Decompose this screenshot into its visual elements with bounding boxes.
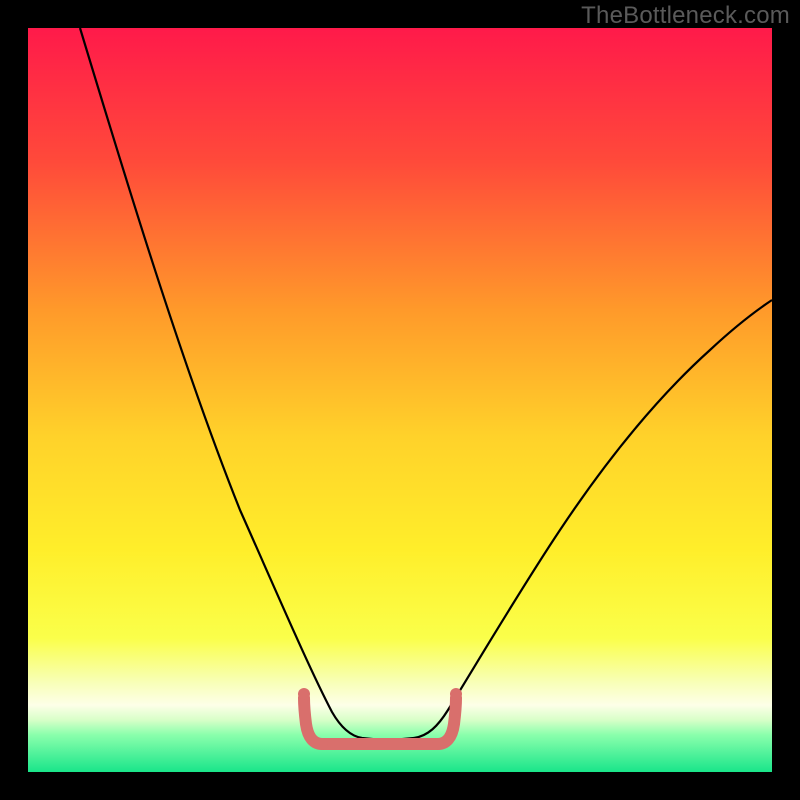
watermark-text: TheBottleneck.com xyxy=(581,2,790,30)
chart-frame: TheBottleneck.com xyxy=(0,0,800,800)
chart-svg xyxy=(0,0,800,800)
